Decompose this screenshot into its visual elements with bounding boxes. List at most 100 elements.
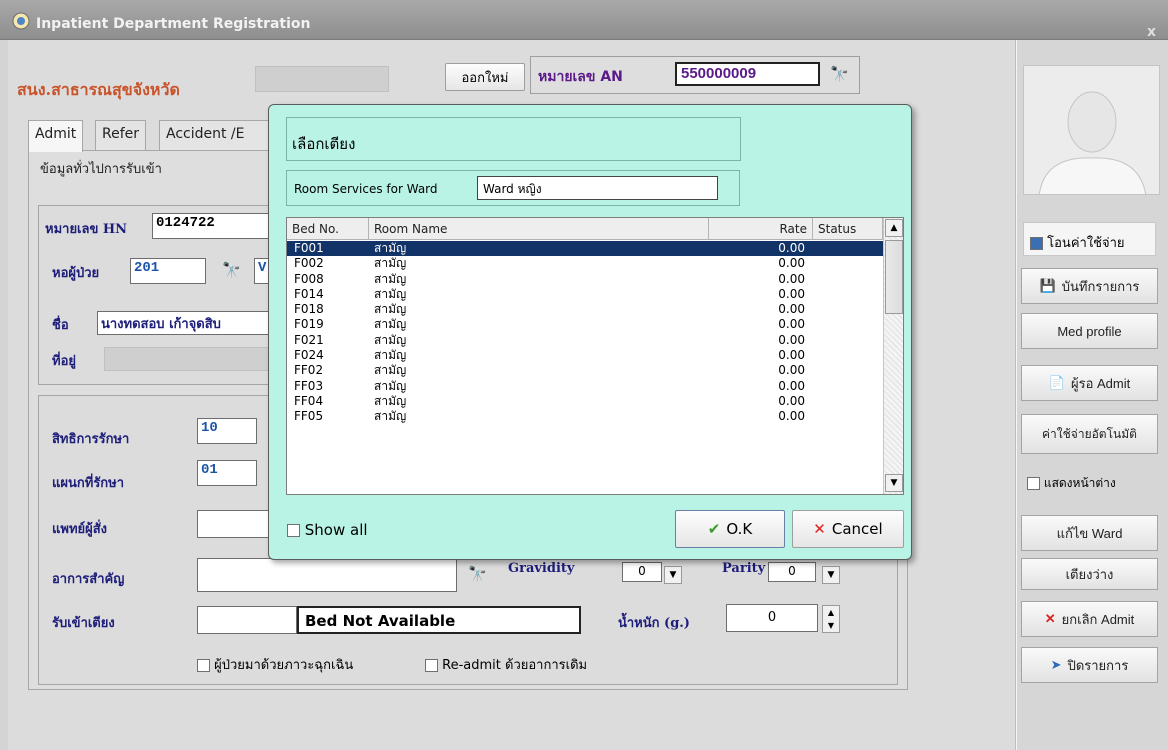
address-field[interactable] [104, 347, 274, 371]
col-room-name[interactable]: Room Name [369, 218, 709, 240]
table-row[interactable]: F019 สามัญ 0.00 [287, 317, 883, 332]
rights-field[interactable]: 10 [197, 418, 257, 444]
bed-no-cell: F021 [294, 332, 324, 347]
save-icon: 💾 [1039, 278, 1056, 293]
patient-photo [1023, 65, 1160, 195]
col-bed-no[interactable]: Bed No. [287, 218, 369, 240]
room-name-cell: สามัญ [374, 393, 407, 408]
name-field[interactable]: นางทดสอบ เก้าจุดสิบ [97, 311, 275, 335]
weight-field[interactable]: 0 [726, 604, 818, 632]
section-header: ข้อมูลทั่วไปการรับเข้า [40, 162, 162, 177]
tab-refer[interactable]: Refer [95, 120, 147, 150]
table-row[interactable]: F008 สามัญ 0.00 [287, 272, 883, 287]
waiting-admit-button[interactable]: 📄 ผู้รอ Admit [1021, 365, 1158, 401]
rate-cell: 0.00 [778, 378, 805, 393]
rate-cell: 0.00 [778, 332, 805, 347]
hn-field[interactable]: 0124722 [152, 213, 272, 239]
rate-cell: 0.00 [778, 256, 805, 271]
show-all-checkbox[interactable]: Show all [287, 521, 368, 539]
gravidity-spin-down[interactable]: ▼ [664, 566, 682, 584]
room-name-cell: สามัญ [374, 271, 407, 286]
room-name-cell: สามัญ [374, 241, 407, 255]
bed-list-scrollbar[interactable]: ▲ ▼ [883, 218, 903, 494]
room-name-cell: สามัญ [374, 317, 407, 332]
emergency-checkbox[interactable]: ผู้ป่วยมาด้วยภาวะฉุกเฉิน [197, 654, 353, 675]
col-rate[interactable]: Rate [709, 218, 813, 240]
table-row[interactable]: F002 สามัญ 0.00 [287, 256, 883, 271]
window-title: Inpatient Department Registration [36, 16, 311, 32]
bed-no-cell: F008 [294, 271, 324, 286]
table-row[interactable]: F001 สามัญ 0.00 [287, 241, 883, 257]
edit-ward-button[interactable]: แก้ไข Ward [1021, 515, 1158, 551]
exit-icon: ➤ [1050, 657, 1062, 672]
room-name-cell: สามัญ [374, 409, 407, 424]
dept-field[interactable]: 01 [197, 460, 257, 486]
close-record-button[interactable]: ➤ ปิดรายการ [1021, 647, 1158, 683]
bed-no-cell: F019 [294, 317, 324, 332]
rate-cell: 0.00 [778, 271, 805, 286]
table-row[interactable]: FF04 สามัญ 0.00 [287, 394, 883, 409]
free-bed-button[interactable]: เตียงว่าง [1021, 558, 1158, 590]
new-button[interactable]: ออกใหม่ [445, 63, 525, 91]
an-input[interactable]: 550000009 [675, 62, 820, 86]
bed-list[interactable]: Bed No. Room Name Rate Status F001 สามัญ 0… [286, 217, 904, 495]
symptom-field[interactable] [197, 558, 457, 592]
scroll-thumb[interactable] [885, 240, 903, 314]
weight-label: น้ำหนัก (g.) [618, 616, 690, 631]
table-row[interactable]: F014 สามัญ 0.00 [287, 287, 883, 302]
title-bar: Inpatient Department Registration x [0, 0, 1168, 40]
bed-no-cell: FF04 [294, 393, 324, 408]
table-row[interactable]: FF03 สามัญ 0.00 [287, 379, 883, 394]
scroll-up-icon[interactable]: ▲ [885, 219, 903, 237]
table-row[interactable]: F024 สามัญ 0.00 [287, 348, 883, 363]
room-name-cell: สามัญ [374, 256, 407, 271]
save-button[interactable]: 💾 บันทึกรายการ [1021, 268, 1158, 304]
room-name-cell: สามัญ [374, 332, 407, 347]
symptom-search-icon[interactable]: 🔭 [468, 565, 487, 583]
table-row[interactable]: F018 สามัญ 0.00 [287, 302, 883, 317]
parity-field[interactable]: 0 [768, 562, 816, 582]
col-status[interactable]: Status [813, 218, 883, 240]
redacted-box [255, 66, 389, 92]
ok-button[interactable]: ✔ O.K [675, 510, 785, 548]
gravidity-field[interactable]: 0 [622, 562, 662, 582]
check-icon: ✔ [707, 520, 721, 538]
auto-cost-button[interactable]: ค่าใช้จ่ายอัตโนมัติ [1021, 414, 1158, 454]
readmit-checkbox[interactable]: Re-admit ด้วยอาการเดิม [425, 654, 587, 675]
transfer-cost-checkbox[interactable]: โอนค่าใช้จ่าย [1023, 222, 1156, 256]
ward-filter-input[interactable]: Ward หญิง [477, 176, 718, 200]
tab-accident[interactable]: Accident /E [159, 120, 279, 150]
table-row[interactable]: FF02 สามัญ 0.00 [287, 363, 883, 378]
show-window-checkbox[interactable]: แสดงหน้าต่าง [1027, 474, 1116, 493]
x-icon: ✕ [813, 520, 826, 538]
room-name-cell: สามัญ [374, 348, 407, 363]
cancel-admit-button[interactable]: ✕ ยกเลิก Admit [1021, 601, 1158, 637]
dept-label: แผนกที่รักษา [52, 476, 125, 491]
cancel-button[interactable]: ✕ Cancel [792, 510, 904, 548]
bed-no-cell: FF02 [294, 363, 324, 378]
close-icon[interactable]: x [1147, 24, 1156, 40]
ward-code-field[interactable]: 201 [130, 258, 206, 284]
scroll-down-icon[interactable]: ▼ [885, 474, 903, 492]
table-row[interactable]: FF05 สามัญ 0.00 [287, 409, 883, 424]
doctor-label: แพทย์ผู้สั่ง [52, 522, 108, 537]
hn-label: หมายเลข HN [45, 222, 128, 237]
ward-search-icon[interactable]: 🔭 [222, 261, 241, 279]
bed-field[interactable] [197, 606, 297, 634]
dialog-title: เลือกเตียง [292, 135, 356, 153]
weight-spinner[interactable]: ▲ ▼ [822, 605, 840, 633]
room-name-cell: สามัญ [374, 302, 407, 317]
room-name-cell: สามัญ [374, 378, 407, 393]
med-profile-button[interactable]: Med profile [1021, 313, 1158, 349]
parity-label: Parity [722, 561, 766, 576]
document-icon: 📄 [1048, 375, 1065, 390]
search-binoculars-icon[interactable]: 🔭 [830, 65, 849, 83]
doctor-field[interactable] [197, 510, 277, 538]
table-row[interactable]: F021 สามัญ 0.00 [287, 333, 883, 348]
tab-admit[interactable]: Admit [28, 120, 84, 152]
an-label: หมายเลข AN [538, 69, 623, 85]
bed-no-cell: F018 [294, 302, 324, 317]
ward-label: หอผู้ป่วย [52, 266, 100, 281]
parity-spin-down[interactable]: ▼ [822, 566, 840, 584]
bed-no-cell: F024 [294, 348, 324, 363]
